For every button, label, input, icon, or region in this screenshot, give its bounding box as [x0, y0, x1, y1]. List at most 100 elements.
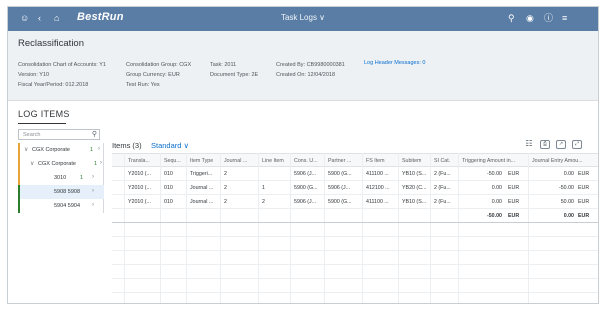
cell-journal-amount: -50.00 — [558, 185, 574, 191]
cell-fs-item: 411100 ... — [366, 171, 389, 177]
cell-journal-amount: 50.00 — [560, 199, 574, 205]
tree-node-selected[interactable]: 5908 5908 › — [18, 185, 104, 199]
table-title: Items (3) — [112, 141, 142, 150]
cell-si-cat: 2 (Fu... — [434, 199, 451, 205]
search-icon[interactable]: ⚲ — [92, 130, 97, 138]
fullscreen-icon[interactable]: ⤢ — [572, 140, 582, 149]
cell-currency: EUR — [508, 185, 520, 191]
cell-subitem: YB10 (S... — [402, 171, 427, 177]
cell-currency: EUR — [578, 171, 590, 177]
cell-journal-amount: 0.00 — [563, 171, 574, 177]
col-header[interactable]: SI Cat. — [434, 158, 450, 164]
col-header[interactable]: Cons. U... — [294, 158, 318, 164]
chevron-right-icon[interactable]: › — [92, 202, 94, 208]
cell-sequence: 010 — [164, 185, 173, 191]
col-header[interactable]: Journal Entry Amou... — [532, 158, 583, 164]
hierarchy-tree: ∨ CGX Corporate 1 › ∨ CGX Corporate 1 › … — [18, 143, 104, 213]
cell-journal: 2 — [224, 185, 227, 191]
variant-selector[interactable]: Standard ∨ — [151, 141, 189, 150]
cell-cons-unit: 5906 (J... — [294, 171, 317, 177]
cell-partner: 5900 (G... — [328, 199, 352, 205]
cell-cons-unit: 5900 (G... — [294, 185, 318, 191]
cell-journal: 2 — [224, 171, 227, 177]
status-bar — [18, 199, 20, 213]
cell-partner: 5906 (J... — [328, 185, 351, 191]
chart-of-accounts: Consolidation Chart of Accounts: Y1 — [18, 62, 106, 68]
cell-sequence: 010 — [164, 171, 173, 177]
col-header[interactable]: FS Item — [366, 158, 385, 164]
tree-search-input[interactable]: Search ⚲ — [18, 129, 100, 140]
object-header: Reclassification Consolidation Chart of … — [8, 31, 598, 101]
total-journal-amount: 0.00 — [563, 213, 574, 219]
total-currency: EUR — [508, 213, 520, 219]
bell-icon[interactable]: ◉ — [526, 12, 534, 24]
cell-partner: 5900 (G... — [328, 171, 352, 177]
search-icon[interactable]: ⚲ — [508, 12, 515, 24]
group-currency: Group Currency: EUR — [126, 72, 180, 78]
table-row[interactable]: Y2010 (... 010 Journal ... 2 1 5900 (G..… — [112, 181, 598, 195]
col-header[interactable]: Sequ... — [164, 158, 181, 164]
col-header[interactable]: Line Item — [262, 158, 284, 164]
consolidation-group: Consolidation Group: CGX — [126, 62, 192, 68]
cell-journal: 2 — [224, 199, 227, 205]
document-type: Document Type: 2E — [210, 72, 259, 78]
node-label: 5908 5908 — [54, 189, 80, 195]
cell-si-cat: 2 (Fu... — [434, 171, 451, 177]
tree-node[interactable]: ∨ CGX Corporate 1 › — [18, 143, 104, 157]
search-placeholder: Search — [23, 132, 41, 138]
cell-line-item: 1 — [262, 185, 265, 191]
cell-translation: Y2010 (... — [128, 199, 151, 205]
task: Task: 2011 — [210, 62, 237, 68]
cell-fs-item: 411100 ... — [366, 199, 389, 205]
chevron-right-icon[interactable]: › — [100, 160, 102, 166]
chevron-right-icon[interactable]: › — [92, 188, 94, 194]
col-header[interactable]: Journal ... — [224, 158, 247, 164]
chevron-right-icon[interactable]: › — [92, 174, 94, 180]
help-icon[interactable]: ⓘ — [544, 12, 553, 24]
created-by: Created By: CB9980000381 — [276, 62, 345, 68]
cell-triggering-amount: 0.00 — [491, 185, 502, 191]
col-header[interactable]: Subitem — [402, 158, 421, 164]
print-icon[interactable]: ⎙ — [540, 140, 550, 149]
col-header[interactable]: Transla... — [128, 158, 150, 164]
expand-icon[interactable]: ∨ — [30, 160, 34, 167]
cell-translation: Y2010 (... — [128, 171, 151, 177]
node-count: 1 — [80, 175, 84, 181]
created-on: Created On: 12/04/2018 — [276, 72, 336, 78]
section-title[interactable]: LOG ITEMS — [18, 109, 70, 119]
node-count: 1 — [90, 147, 94, 153]
book-icon[interactable]: ☷ — [524, 140, 534, 149]
status-bar — [18, 171, 20, 185]
status-bar — [18, 185, 20, 199]
cell-line-item: 2 — [262, 199, 265, 205]
cell-currency: EUR — [578, 199, 590, 205]
expand-icon[interactable]: ∨ — [24, 146, 28, 153]
node-label: 5904 5904 — [54, 203, 80, 209]
node-label: CGX Corporate — [38, 161, 76, 167]
tree-node[interactable]: 5904 5904 › — [18, 199, 104, 213]
empty-row — [112, 251, 598, 265]
menu-icon[interactable]: ≡ — [562, 12, 567, 24]
empty-row — [112, 223, 598, 237]
status-bar — [18, 143, 20, 157]
chevron-right-icon[interactable]: › — [98, 146, 100, 152]
table-row[interactable]: Y2010 (... 010 Journal ... 2 2 5906 (J..… — [112, 195, 598, 209]
cell-triggering-amount: 0.00 — [491, 199, 502, 205]
items-table: Transla... Sequ... Item Type Journal ...… — [112, 153, 598, 303]
col-header[interactable]: Triggering Amount in... — [462, 158, 515, 164]
cell-item-type: Journal ... — [190, 199, 214, 205]
cell-currency: EUR — [578, 185, 590, 191]
node-count: 1 — [94, 161, 98, 167]
tree-node[interactable]: 3010 1 › — [18, 171, 104, 185]
table-header-row: Transla... Sequ... Item Type Journal ...… — [112, 153, 598, 167]
cell-si-cat: 2 (Fu... — [434, 185, 451, 191]
table-row[interactable]: Y2010 (... 010 Triggeri... 2 5906 (J... … — [112, 167, 598, 181]
tree-node[interactable]: ∨ CGX Corporate 1 › — [18, 157, 104, 171]
empty-row — [112, 279, 598, 293]
log-header-messages-link[interactable]: Log Header Messages: 0 — [364, 60, 425, 66]
col-header[interactable]: Partner ... — [328, 158, 351, 164]
col-header[interactable]: Item Type — [190, 158, 213, 164]
cell-fs-item: 412100 ... — [366, 185, 390, 191]
export-icon[interactable]: ↗ — [556, 140, 566, 149]
node-label: CGX Corporate — [32, 147, 70, 153]
